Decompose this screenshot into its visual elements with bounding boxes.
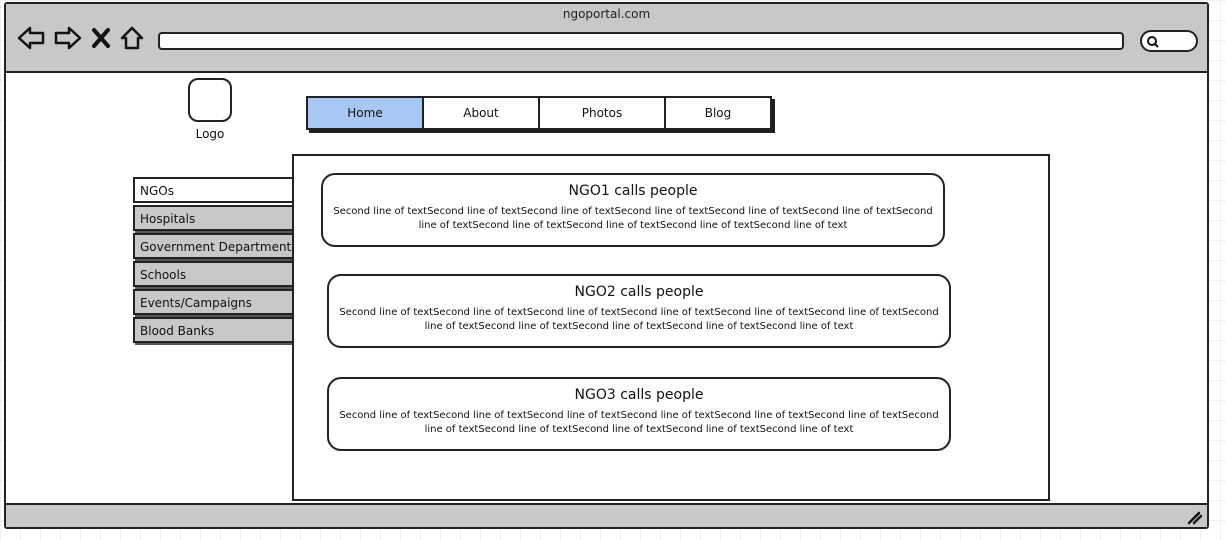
- tab-home[interactable]: Home: [308, 98, 424, 128]
- tab-about[interactable]: About: [424, 98, 540, 128]
- sidebar-item-events-campaigns[interactable]: Events/Campaigns: [133, 289, 295, 315]
- content-panel: NGO1 calls people Second line of textSec…: [292, 154, 1050, 501]
- page-url-title: ngoportal.com: [562, 7, 651, 21]
- sidebar-item-blood-banks[interactable]: Blood Banks: [133, 317, 295, 343]
- tab-photos[interactable]: Photos: [540, 98, 666, 128]
- browser-toolbar: ngoportal.com: [6, 4, 1207, 73]
- ngo-card[interactable]: NGO3 calls people Second line of textSec…: [327, 377, 951, 451]
- status-bar: [6, 503, 1207, 527]
- ngo-card[interactable]: NGO1 calls people Second line of textSec…: [321, 173, 945, 247]
- resize-grip-icon[interactable]: [1185, 509, 1203, 525]
- category-sidebar: NGOs Hospitals Government Departments Sc…: [133, 177, 295, 345]
- top-navigation: Home About Photos Blog: [306, 96, 772, 130]
- sidebar-item-hospitals[interactable]: Hospitals: [133, 205, 295, 231]
- card-title: NGO2 calls people: [574, 284, 704, 300]
- card-title: NGO1 calls people: [568, 183, 698, 199]
- sidebar-item-government-departments[interactable]: Government Departments: [133, 233, 295, 259]
- sidebar-item-ngos[interactable]: NGOs: [133, 177, 295, 203]
- home-icon[interactable]: [119, 24, 145, 52]
- sidebar-item-schools[interactable]: Schools: [133, 261, 295, 287]
- card-body: Second line of textSecond line of textSe…: [339, 307, 939, 332]
- card-body: Second line of textSecond line of textSe…: [339, 410, 939, 435]
- card-title: NGO3 calls people: [574, 387, 704, 403]
- address-bar[interactable]: [158, 32, 1124, 50]
- back-arrow-icon[interactable]: [16, 24, 46, 52]
- search-icon: [1147, 36, 1159, 48]
- logo-label: Logo: [195, 127, 225, 141]
- card-body: Second line of textSecond line of textSe…: [333, 206, 933, 231]
- logo-image: [188, 78, 232, 122]
- forward-arrow-icon[interactable]: [53, 24, 83, 52]
- ngo-card[interactable]: NGO2 calls people Second line of textSec…: [327, 274, 951, 348]
- tab-blog[interactable]: Blog: [666, 98, 770, 128]
- close-x-icon[interactable]: [90, 24, 112, 52]
- search-field[interactable]: [1140, 30, 1198, 52]
